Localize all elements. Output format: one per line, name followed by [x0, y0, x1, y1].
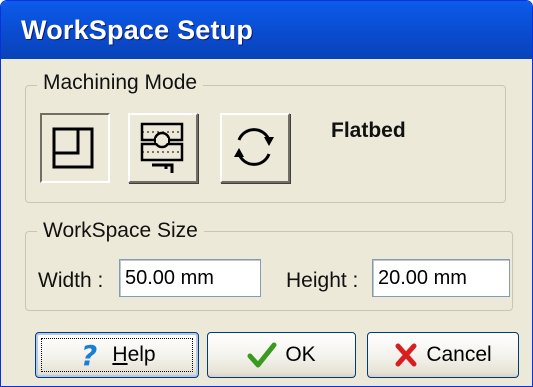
rotary-mode-button[interactable]	[220, 113, 290, 183]
flatbed-icon	[52, 127, 94, 169]
width-label: Width :	[38, 269, 104, 292]
flatbed-mode-button[interactable]	[40, 113, 110, 183]
clamp-mode-button[interactable]	[128, 113, 198, 183]
selected-mode-text: Flatbed	[331, 119, 406, 142]
ok-button[interactable]: OK	[207, 332, 356, 378]
window-title: WorkSpace Setup	[21, 15, 254, 45]
rotary-icon	[234, 128, 274, 166]
workspace-size-label: WorkSpace Size	[37, 219, 204, 243]
help-button[interactable]: ? Help	[35, 332, 199, 378]
checkmark-icon	[247, 342, 277, 368]
machining-mode-label: Machining Mode	[37, 71, 204, 95]
ok-label: OK	[285, 343, 316, 366]
clamp-fixture-icon	[140, 122, 184, 173]
svg-text:?: ?	[81, 340, 97, 370]
cancel-label: Cancel	[426, 343, 492, 366]
cancel-x-icon	[395, 343, 417, 367]
width-field[interactable]	[119, 259, 261, 297]
cancel-button[interactable]: Cancel	[367, 332, 519, 378]
help-question-icon: ?	[81, 340, 97, 370]
height-field[interactable]	[372, 259, 510, 297]
title-bar[interactable]: WorkSpace Setup	[1, 1, 532, 59]
help-label: Help	[112, 343, 156, 366]
height-label: Height :	[286, 269, 359, 292]
workspace-setup-dialog: WorkSpace Setup Machining Mode Flatbed W…	[0, 0, 533, 387]
